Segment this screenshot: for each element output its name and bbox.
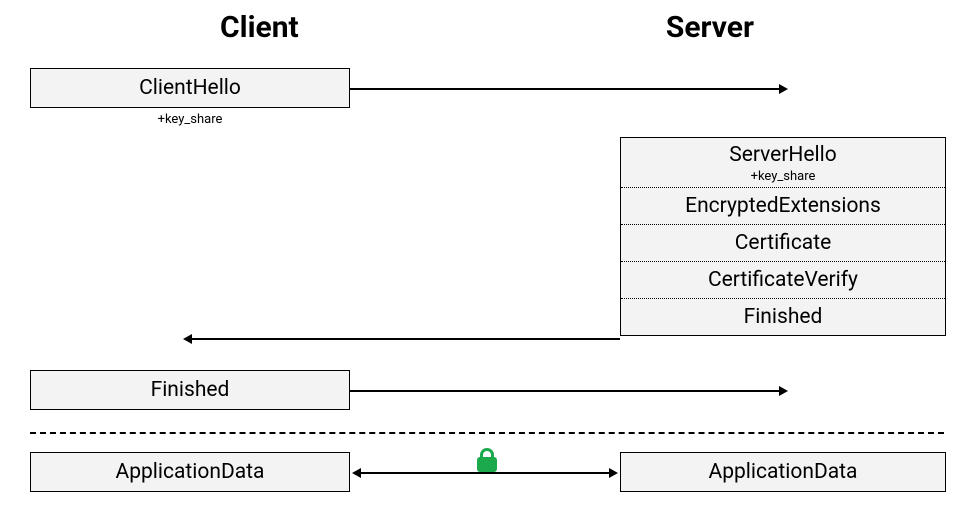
server-hello-sub: +key_share (621, 169, 945, 184)
certificate-verify-item: CertificateVerify (621, 261, 945, 298)
client-app-data-box: ApplicationData (30, 452, 350, 492)
client-finished-box: Finished (30, 370, 350, 410)
server-heading: Server (666, 10, 754, 45)
server-app-data-title: ApplicationData (709, 460, 858, 484)
client-finished-arrow (350, 390, 780, 392)
server-app-data-box: ApplicationData (620, 452, 946, 492)
certificate-item: Certificate (621, 224, 945, 261)
client-finished-title: Finished (151, 378, 230, 402)
lock-icon (476, 448, 498, 476)
server-finished-item: Finished (621, 298, 945, 335)
client-hello-sub: +key_share (30, 112, 350, 127)
client-app-data-title: ApplicationData (116, 460, 265, 484)
server-stack: ServerHello +key_share EncryptedExtensio… (620, 137, 946, 336)
client-heading: Client (220, 10, 299, 45)
server-response-arrow (191, 338, 620, 340)
session-divider (30, 432, 944, 434)
client-hello-box: ClientHello (30, 68, 350, 108)
encrypted-extensions-item: EncryptedExtensions (621, 187, 945, 224)
server-hello-item: ServerHello +key_share (621, 138, 945, 187)
heading-row: Client Server (0, 0, 974, 63)
client-hello-arrow (350, 88, 780, 90)
lock-body (477, 457, 497, 472)
client-hello-title: ClientHello (139, 76, 241, 100)
server-hello-title: ServerHello (621, 143, 945, 167)
